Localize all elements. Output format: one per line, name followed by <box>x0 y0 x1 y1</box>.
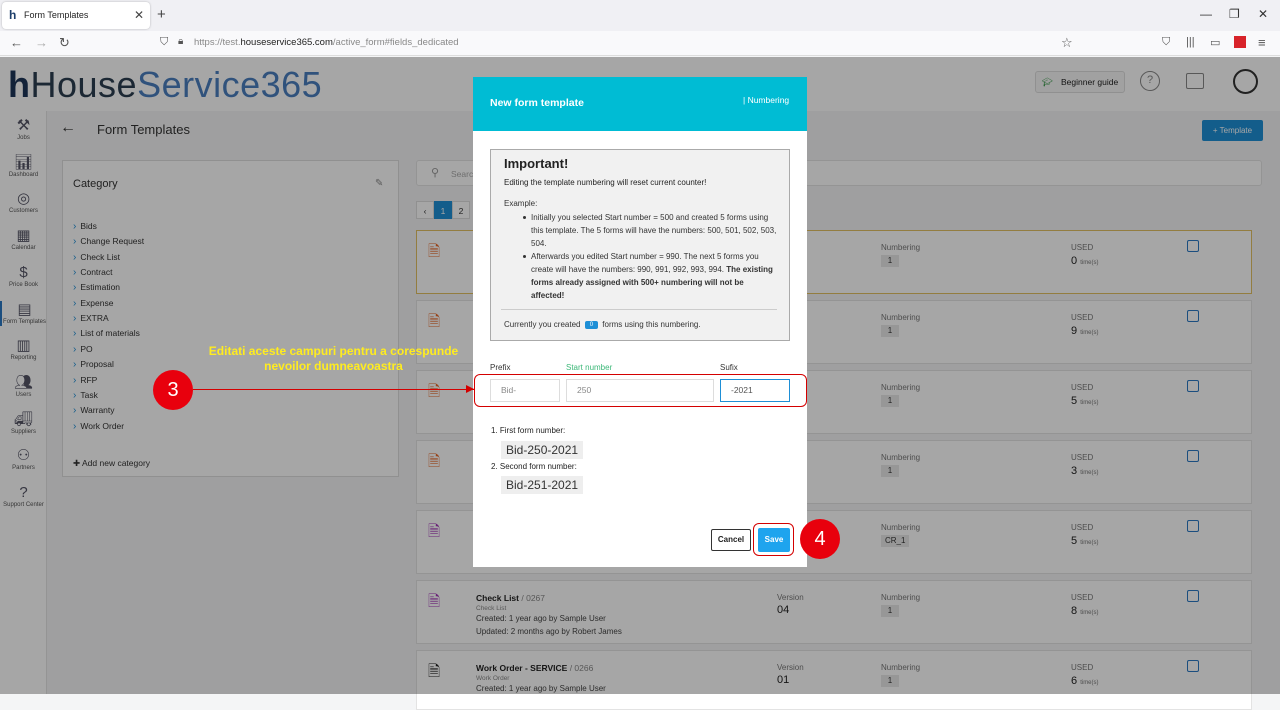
bookmark-star-icon[interactable]: ☆ <box>1061 35 1073 51</box>
browser-tab[interactable]: h Form Templates ✕ <box>2 2 150 29</box>
tab-title: Form Templates <box>24 10 89 20</box>
reload-icon[interactable]: ↻ <box>59 35 70 51</box>
forward-icon[interactable]: → <box>35 35 48 50</box>
cancel-button[interactable]: Cancel <box>711 529 751 551</box>
pocket-icon[interactable]: ⛉ <box>1162 36 1170 49</box>
arrowhead-icon <box>466 385 474 393</box>
first-form-number: Bid-250-2021 <box>501 441 584 459</box>
back-icon[interactable]: ← <box>10 35 23 50</box>
second-form-number: Bid-251-2021 <box>501 476 584 494</box>
browser-nav-bar: ← → ↻ ⛉ 🔒︎ https://test.houseservice365.… <box>0 31 1280 56</box>
divider <box>501 309 777 310</box>
second-form-label: 2. Second form number: <box>491 462 577 471</box>
annotation-text: Editati aceste campuri pentru a corespun… <box>208 344 459 373</box>
important-warning: Editing the template numbering will rese… <box>504 178 707 187</box>
close-tab-icon[interactable]: ✕ <box>134 8 144 22</box>
annotation-highlight-fields <box>474 374 807 407</box>
extension-icon[interactable] <box>1234 36 1246 48</box>
modal-header: New form template | Numbering <box>473 77 807 131</box>
close-window-icon[interactable]: ✕ <box>1258 7 1268 21</box>
address-bar[interactable]: https://test.houseservice365.com/active_… <box>194 37 459 48</box>
important-notice: Important! Editing the template numberin… <box>490 149 790 341</box>
annotation-arrow <box>193 389 474 390</box>
new-tab-icon[interactable]: + <box>157 6 166 23</box>
shield-icon[interactable]: ⛉ <box>160 36 168 49</box>
step-3-marker: 3 <box>153 370 193 410</box>
annotation-highlight-save <box>753 523 794 556</box>
minimize-icon[interactable]: — <box>1200 7 1212 21</box>
new-form-template-modal: New form template | Numbering Important!… <box>473 77 807 567</box>
example-label: Example: <box>504 199 538 208</box>
example-item: Afterwards you edited Start number = 990… <box>523 250 779 302</box>
menu-icon[interactable]: ≡ <box>1258 35 1266 50</box>
step-4-marker: 4 <box>800 519 840 559</box>
sidebar-icon[interactable]: ▭ <box>1210 36 1220 49</box>
favicon-icon: h <box>9 8 17 22</box>
example-item: Initially you selected Start number = 50… <box>523 211 779 250</box>
lock-icon: 🔒︎ <box>178 36 184 47</box>
prefix-label: Prefix <box>490 363 511 372</box>
restore-icon[interactable]: ❐ <box>1229 7 1240 21</box>
count-badge: 0 <box>584 321 599 329</box>
forms-count: Currently you created 0 forms using this… <box>504 320 701 329</box>
first-form-label: 1. First form number: <box>491 426 566 435</box>
library-icon[interactable]: ||| <box>1186 36 1195 48</box>
tab-numbering[interactable]: | Numbering <box>743 95 789 105</box>
important-title: Important! <box>504 156 569 171</box>
suffix-label: Sufix <box>720 363 738 372</box>
start-number-label: Start number <box>566 363 613 372</box>
modal-title: New form template <box>490 97 584 109</box>
browser-tab-bar: h Form Templates ✕ + — ❐ ✕ <box>0 0 1280 31</box>
